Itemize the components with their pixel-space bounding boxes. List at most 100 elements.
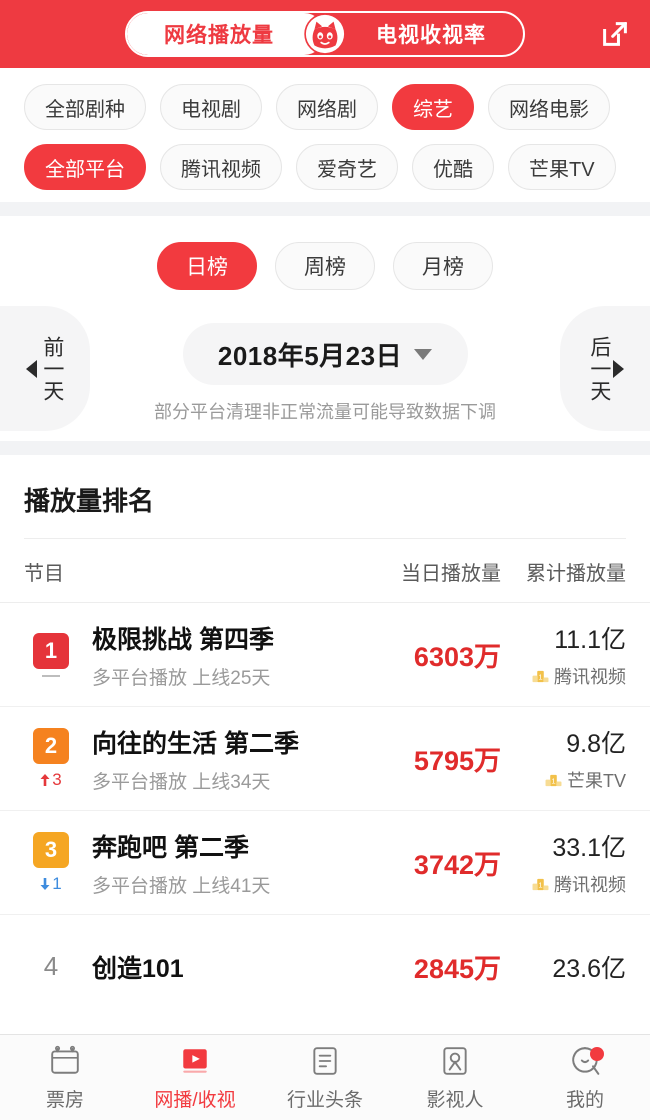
tab-monthly-rank[interactable]: 月榜 <box>393 242 493 290</box>
notification-badge-dot <box>590 1047 604 1061</box>
chip-platform-2-label: 爱奇艺 <box>317 158 377 181</box>
cumulative-views-value: 9.8亿 <box>566 730 626 758</box>
program-info: 奔跑吧 第二季 多平台播放 上线41天 <box>78 828 361 898</box>
period-section: 日榜 周榜 月榜 前一天 2018年5月23日 部分平台清理非正常流量可能导致数… <box>0 216 650 441</box>
tab-daily-rank[interactable]: 日榜 <box>157 242 257 290</box>
tab-daily-rank-label: 日榜 <box>186 256 228 279</box>
program-subtitle: 多平台播放 上线34天 <box>92 771 271 793</box>
daily-views-value: 5795万 <box>413 746 501 776</box>
chip-genre-4[interactable]: 网络电影 <box>488 84 610 130</box>
filter-section: 全部剧种 电视剧 网络剧 综艺 网络电影 全部平台 腾讯视频 爱奇艺 优酷 芒果… <box>0 68 650 202</box>
chip-platform-4-label: 芒果TV <box>529 158 595 181</box>
rank-change-value: 1 <box>52 873 62 893</box>
ranking-list: 1 极限挑战 第四季 多平台播放 上线25天 6303万 11.1亿 1 腾讯视… <box>0 602 650 1018</box>
table-row[interactable]: 3 1 奔跑吧 第二季 多平台播放 上线41天 3742万 33.1亿 1 腾讯… <box>0 810 650 914</box>
table-row[interactable]: 4 创造101 2845万 23.6亿 <box>0 914 650 1018</box>
page-title: 播放量排名 <box>24 486 155 516</box>
table-row[interactable]: 2 3 向往的生活 第二季 多平台播放 上线34天 5795万 9.8亿 1 芒… <box>0 706 650 810</box>
bottom-tab-bar: 票房 网播/收视 行业头条 影视人 我的 <box>0 1034 650 1120</box>
prev-day-button[interactable]: 前一天 <box>0 306 90 431</box>
ranking-section: 播放量排名 节目 当日播放量 累计播放量 1 极限挑战 第四季 多平台播放 上线… <box>0 455 650 1120</box>
chip-platform-3[interactable]: 优酷 <box>412 144 494 190</box>
gold-podium-icon: 1 <box>545 774 562 786</box>
svg-text:1: 1 <box>551 776 555 785</box>
genre-filter-row: 全部剧种 电视剧 网络剧 综艺 网络电影 <box>0 84 650 130</box>
rank-badge: 2 <box>33 727 69 764</box>
header-segmented-control[interactable]: 网络播放量 电视收视率 <box>125 11 525 57</box>
prev-day-label: 前一天 <box>40 335 64 402</box>
period-tab-group: 日榜 周榜 月榜 <box>0 242 650 290</box>
tab-tv-ratings-label: 电视收视率 <box>376 24 486 47</box>
tab-celebrities[interactable]: 影视人 <box>390 1035 520 1120</box>
tab-weekly-rank-label: 周榜 <box>304 256 346 279</box>
next-day-label: 后一天 <box>587 335 611 402</box>
dash-icon <box>42 674 60 677</box>
daily-views-value: 2845万 <box>413 954 501 984</box>
tab-web-playback[interactable]: 网络播放量 <box>127 13 325 55</box>
chip-platform-2[interactable]: 爱奇艺 <box>296 144 398 190</box>
date-center: 2018年5月23日 部分平台清理非正常流量可能导致数据下调 <box>154 323 496 424</box>
tab-web-playback-label: 网络播放量 <box>164 24 274 47</box>
program-subtitle: 多平台播放 上线41天 <box>92 875 271 897</box>
rank-column: 4 <box>24 951 78 982</box>
tab-weekly-rank[interactable]: 周榜 <box>275 242 375 290</box>
program-info: 创造101 <box>78 949 361 985</box>
external-link-icon[interactable] <box>598 17 632 51</box>
svg-text:1: 1 <box>538 672 542 681</box>
svg-text:1: 1 <box>538 880 542 889</box>
rank-column: 3 1 <box>24 831 78 894</box>
tab-mine[interactable]: 我的 <box>520 1035 650 1120</box>
table-header: 节目 当日播放量 累计播放量 <box>0 539 650 602</box>
chip-platform-0-label: 全部平台 <box>45 158 125 181</box>
column-header-cumulative: 累计播放量 <box>526 563 626 585</box>
chip-platform-4[interactable]: 芒果TV <box>508 144 616 190</box>
chip-genre-2-label: 网络剧 <box>297 98 357 121</box>
rank-change-value: 3 <box>52 769 62 789</box>
platform-filter-row: 全部平台 腾讯视频 爱奇艺 优酷 芒果TV <box>0 144 650 190</box>
current-date-label: 2018年5月23日 <box>217 340 403 371</box>
rank-number: 4 <box>43 951 59 981</box>
chip-platform-0[interactable]: 全部平台 <box>24 144 146 190</box>
tab-industry-news[interactable]: 行业头条 <box>260 1035 390 1120</box>
date-picker-button[interactable]: 2018年5月23日 <box>182 323 468 385</box>
section-divider-bottom <box>0 441 650 455</box>
arrow-up-icon <box>40 773 50 786</box>
next-day-button[interactable]: 后一天 <box>560 306 650 431</box>
program-info: 极限挑战 第四季 多平台播放 上线25天 <box>78 620 361 690</box>
tab-web-ratings-label: 网播/收视 <box>154 1089 236 1111</box>
cumulative-column: 9.8亿 1 芒果TV <box>501 724 626 793</box>
tab-box-office[interactable]: 票房 <box>0 1035 130 1120</box>
chip-genre-1[interactable]: 电视剧 <box>160 84 262 130</box>
program-name: 向往的生活 第二季 <box>92 729 299 758</box>
cumulative-column: 33.1亿 1 腾讯视频 <box>501 828 626 897</box>
tab-tv-ratings[interactable]: 电视收视率 <box>325 13 523 55</box>
program-subtitle: 多平台播放 上线25天 <box>92 667 271 689</box>
chip-platform-3-label: 优酷 <box>433 158 473 181</box>
table-row[interactable]: 1 极限挑战 第四季 多平台播放 上线25天 6303万 11.1亿 1 腾讯视… <box>0 602 650 706</box>
rank-badge: 3 <box>33 831 69 868</box>
tab-web-ratings[interactable]: 网播/收视 <box>130 1035 260 1120</box>
program-info: 向往的生活 第二季 多平台播放 上线34天 <box>78 724 361 794</box>
person-icon <box>438 1044 472 1078</box>
chevron-down-icon <box>414 348 433 360</box>
news-icon <box>308 1044 342 1078</box>
chip-genre-3[interactable]: 综艺 <box>392 84 474 130</box>
platform-info: 1 腾讯视频 <box>501 871 626 897</box>
chip-platform-1-label: 腾讯视频 <box>181 158 261 181</box>
chip-genre-2[interactable]: 网络剧 <box>276 84 378 130</box>
daily-views-value: 3742万 <box>413 850 501 880</box>
arrow-down-icon <box>40 877 50 890</box>
app-header: 网络播放量 电视收视率 <box>0 0 650 68</box>
tab-monthly-rank-label: 月榜 <box>422 256 464 279</box>
play-video-icon <box>178 1044 212 1078</box>
tab-box-office-label: 票房 <box>45 1089 84 1111</box>
chip-genre-0[interactable]: 全部剧种 <box>24 84 146 130</box>
cumulative-views-value: 23.6亿 <box>552 954 626 983</box>
date-navigation: 前一天 2018年5月23日 部分平台清理非正常流量可能导致数据下调 后一天 <box>0 306 650 441</box>
tab-mine-label: 我的 <box>565 1089 604 1111</box>
program-name: 奔跑吧 第二季 <box>92 833 249 862</box>
chip-platform-1[interactable]: 腾讯视频 <box>160 144 282 190</box>
platform-name: 腾讯视频 <box>554 667 626 687</box>
column-header-program: 节目 <box>24 563 64 585</box>
rank-change-down: 1 <box>40 873 62 894</box>
